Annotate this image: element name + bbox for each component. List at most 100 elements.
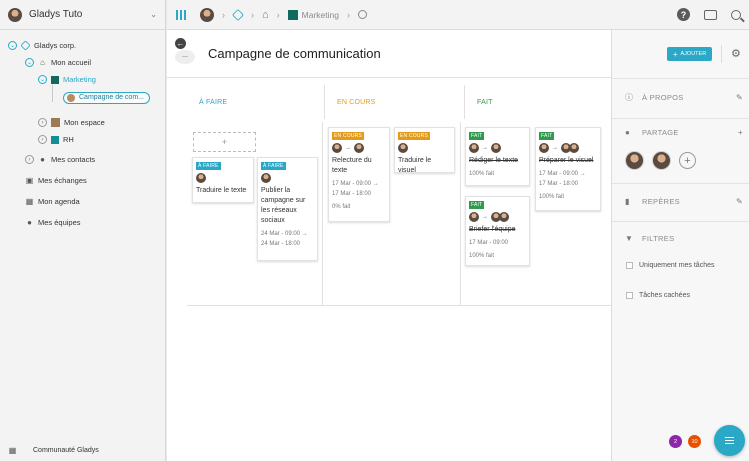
tree-item-org[interactable]: ⌄ Gladys corp.: [0, 37, 165, 54]
chevron-down-icon[interactable]: ⌄: [150, 10, 157, 19]
tree-item-contacts[interactable]: › ● Mes contacts: [0, 151, 165, 168]
task-card[interactable]: FAIT → Briefer l'équipe 17 Mar - 09:00 1…: [465, 196, 530, 266]
tree-item-teams[interactable]: ● Mes équipes: [0, 214, 165, 231]
task-card[interactable]: À FAIRE Traduire le texte: [192, 157, 254, 203]
breadcrumb-org[interactable]: [231, 8, 245, 21]
filter-only-mine[interactable]: Uniquement mes tâches: [626, 262, 714, 269]
home-icon: ⌂: [40, 58, 45, 67]
back-arrow-icon[interactable]: ←: [175, 38, 186, 49]
notification-counter-orange[interactable]: 10: [688, 435, 701, 448]
arrow-right-icon: →: [552, 145, 558, 151]
add-task-button[interactable]: +: [193, 132, 256, 152]
collapse-icon[interactable]: ⌄: [38, 75, 47, 84]
menu-fab-button[interactable]: [714, 425, 745, 456]
assignee-avatar: [398, 143, 408, 153]
search-icon[interactable]: [731, 9, 741, 20]
community-label: Communauté Gladys: [33, 446, 99, 454]
collapse-icon[interactable]: ⌄: [25, 58, 34, 67]
community-link[interactable]: ▦ Communauté Gladys: [0, 439, 166, 461]
tree-item-label: Mon espace: [64, 118, 105, 127]
task-card[interactable]: FAIT → Rédiger le texte 100% fait: [465, 127, 530, 186]
breadcrumb-marketing[interactable]: Marketing: [287, 9, 339, 20]
add-icon[interactable]: +: [738, 128, 743, 137]
tree-item-campaign[interactable]: Campagne de com...: [0, 88, 165, 107]
gear-icon[interactable]: ⚙: [731, 47, 741, 60]
help-icon[interactable]: ?: [677, 8, 690, 21]
add-button[interactable]: + AJOUTER: [667, 47, 712, 61]
breadcrumb-campaign[interactable]: [357, 10, 367, 19]
add-user-icon[interactable]: +: [679, 152, 696, 169]
collapse-handle[interactable]: —: [175, 50, 195, 64]
shared-user-avatar[interactable]: [652, 151, 671, 170]
chevron-right-icon: ›: [276, 9, 280, 20]
breadcrumb-home[interactable]: ⌂: [262, 9, 269, 21]
campaign-icon: [67, 93, 75, 102]
arrow-right-icon: →: [482, 145, 488, 151]
edit-icon[interactable]: ✎: [736, 93, 743, 102]
tree-item-marketing[interactable]: ⌄ Marketing: [0, 71, 165, 88]
column-header-inprogress: EN COURS: [325, 85, 465, 119]
task-title: Traduire le texte: [196, 187, 247, 194]
tree-item-label: Marketing: [63, 75, 96, 84]
tree-item-home[interactable]: ⌄ ⌂ Mon accueil: [0, 54, 165, 71]
section-bookmarks[interactable]: ▮ REPÈRES ✎: [612, 197, 749, 206]
home-icon: ⌂: [262, 8, 269, 21]
project-square-icon: [51, 135, 59, 144]
circle-icon: [357, 10, 367, 19]
assignee-avatar: [469, 143, 479, 153]
tree-item-exchanges[interactable]: ▣ Mes échanges: [0, 172, 165, 189]
tree-item-space[interactable]: › Mon espace: [0, 114, 165, 131]
teams-icon: ●: [27, 218, 32, 227]
shared-user-avatar[interactable]: [625, 151, 644, 170]
assignees: [196, 173, 250, 183]
expand-icon[interactable]: ›: [38, 135, 47, 144]
breadcrumb-label: Marketing: [301, 9, 339, 20]
task-title: Relecture du texte: [332, 157, 372, 174]
edit-icon[interactable]: ✎: [736, 197, 743, 206]
current-page-pill[interactable]: Campagne de com...: [63, 91, 150, 104]
kanban-board: + À FAIRE Traduire le texte À FAIRE Publ…: [187, 122, 611, 306]
checkbox[interactable]: [626, 292, 633, 299]
section-share[interactable]: ● PARTAGE +: [612, 128, 749, 137]
checkbox-label: Tâches cachées: [639, 292, 690, 299]
task-start-date: 17 Mar - 09:00: [539, 171, 579, 177]
sidebar: Gladys Tuto ⌄ ⌄ Gladys corp. ⌄ ⌂ Mon acc…: [0, 0, 166, 461]
assignees: →: [539, 143, 597, 153]
task-card[interactable]: À FAIRE Publier la campagne sur les rése…: [257, 157, 318, 261]
assignee-avatar: [499, 212, 509, 222]
section-about[interactable]: ⓘ À PROPOS ✎: [612, 92, 749, 103]
section-filters[interactable]: ▼ FILTRES: [612, 234, 749, 243]
title-row: ← — Campagne de communication: [167, 30, 611, 78]
task-card[interactable]: FAIT → Préparer le visuel 17 Mar - 09:00…: [535, 127, 601, 211]
task-end-date: 17 Mar - 18:00: [332, 191, 372, 197]
community-icon: ▦: [8, 445, 17, 455]
task-title: Préparer le visuel: [539, 157, 594, 164]
user-menu[interactable]: Gladys Tuto ⌄: [0, 0, 165, 30]
task-title: Briefer l'équipe: [469, 226, 516, 233]
assignees: [398, 143, 451, 153]
chat-icon[interactable]: [704, 9, 717, 20]
tree-item-label: Mon accueil: [51, 58, 92, 67]
expand-icon[interactable]: ›: [38, 118, 47, 127]
task-dates: 17 Mar - 09:00 → 17 Mar - 18:00 0% fait: [332, 179, 386, 212]
menu-bars-icon[interactable]: [176, 9, 186, 20]
divider: [612, 118, 749, 119]
collapse-icon[interactable]: ⌄: [8, 41, 17, 50]
section-title: REPÈRES: [642, 197, 680, 206]
tree-item-agenda[interactable]: ▦ Mon agenda: [0, 193, 165, 210]
task-card[interactable]: EN COURS → Relecture du texte 17 Mar - 0…: [328, 127, 390, 222]
assignees: →: [469, 212, 526, 222]
tree-item-rh[interactable]: › RH: [0, 131, 165, 148]
task-card[interactable]: EN COURS Traduire le visuel: [394, 127, 455, 174]
expand-icon[interactable]: ›: [25, 155, 34, 164]
checkbox[interactable]: [626, 262, 633, 269]
column-divider: [322, 122, 323, 305]
status-badge: À FAIRE: [196, 162, 221, 170]
top-bar: › › ⌂ › Marketing › ?: [167, 0, 749, 30]
status-badge: EN COURS: [398, 132, 430, 140]
breadcrumb-user[interactable]: [200, 7, 214, 22]
exchanges-icon: ▣: [25, 176, 34, 185]
notification-counter-purple[interactable]: 2: [669, 435, 682, 448]
filter-hidden[interactable]: Tâches cachées: [626, 292, 690, 299]
task-progress: 100% fait: [469, 171, 495, 177]
